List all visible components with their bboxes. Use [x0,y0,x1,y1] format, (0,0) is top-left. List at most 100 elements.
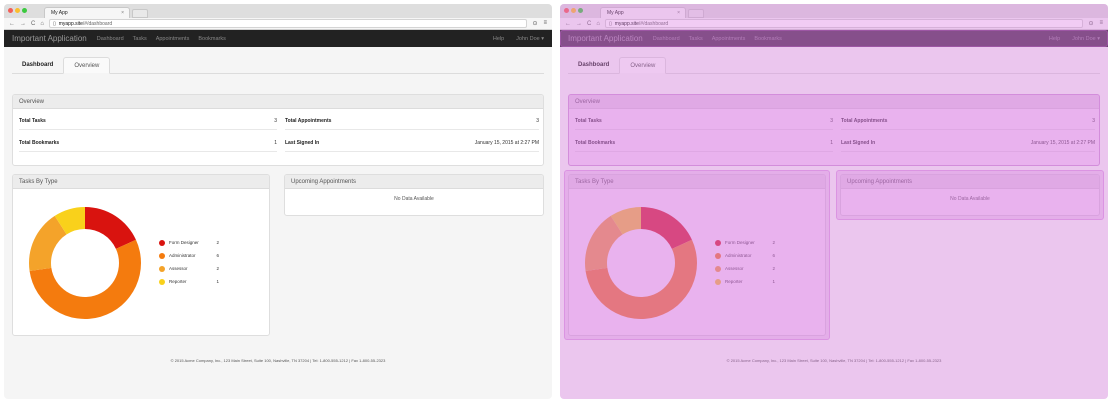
overview-highlight [568,94,1100,166]
window-controls [8,8,27,13]
browser-tab-title: My App [51,10,68,16]
page-title: Dashboard [22,61,54,68]
legend-label: Administrator [169,253,196,258]
home-icon[interactable]: ⌂ [596,21,600,27]
page-content: Dashboard Overview [560,47,1108,74]
appointments-heading: Upcoming Appointments [285,175,543,189]
page-tabs: Dashboard Overview [12,57,544,74]
donut-slice-form-designer[interactable] [85,207,136,249]
close-window-button[interactable] [564,8,569,13]
upcoming-appointments-card: Upcoming Appointments No Data Available [284,174,544,216]
legend-swatch [159,278,165,285]
page-footer: © 2015 Acme Company, Inc., 123 Main Stre… [726,358,942,363]
tasks-donut-chart [29,207,141,319]
url-host: myapp.site [614,20,639,27]
page-title: Dashboard [578,61,610,68]
browser-toolbar: ← → C ⌂ ▯ myapp.site/#/dashboard ⊙ ≡ [4,18,552,30]
overview-card: Overview Total Tasks 3 Total Appointment… [12,94,544,166]
legend-swatch [159,265,165,272]
legend-swatch [159,239,165,246]
app-brand[interactable]: Important Application [12,34,87,43]
app-navbar: Important Application Dashboard Tasks Ap… [4,30,552,47]
arrow-right-icon[interactable]: → [576,21,582,27]
minimize-window-button[interactable] [15,8,20,13]
tab-overview[interactable]: Overview [619,57,667,74]
tasks-by-type-card: Tasks By Type Form Designer 2 Administrato… [12,174,270,336]
legend-item[interactable]: Assessor 2 [159,262,219,275]
page-tabs: Dashboard Overview [568,57,1100,74]
nav-bookmarks[interactable]: Bookmarks [198,36,226,42]
nav-tasks[interactable]: Tasks [133,36,147,42]
nav-appointments[interactable]: Appointments [156,36,190,42]
stat-total-appointments: Total Appointments 3 [285,112,539,130]
tasks-legend: Form Designer 2 Administrator 6 Assessor 2 Rep… [159,236,219,288]
page-footer: © 2015 Acme Company, Inc., 123 Main Stre… [170,358,386,363]
stat-label: Last Signed In [285,139,320,146]
legend-item[interactable]: Reporter 1 [159,275,219,288]
address-bar[interactable]: ▯ myapp.site/#/dashboard [604,19,1084,28]
legend-label: Form Designer [169,240,199,245]
stat-value: 1 [274,139,277,146]
stat-total-bookmarks: Total Bookmarks 1 [19,134,277,152]
url-path: /#/dashboard [82,20,113,27]
tab-overview[interactable]: Overview [63,57,111,74]
browser-tab[interactable]: My App × [44,7,130,18]
reload-icon[interactable]: C [587,21,591,27]
legend-value: 2 [216,266,219,271]
tasks-by-type-heading: Tasks By Type [13,175,269,189]
new-tab-button[interactable] [688,9,704,18]
close-window-button[interactable] [8,8,13,13]
page-icon: ▯ [52,20,56,27]
appointments-highlight [836,170,1104,220]
stat-label: Total Bookmarks [19,139,60,146]
legend-label: Reporter [169,279,187,284]
browser-tab[interactable]: My App × [600,7,686,18]
hamburger-icon[interactable]: ≡ [1099,20,1103,27]
nav-help[interactable]: Help [493,36,504,42]
arrow-left-icon[interactable]: ← [565,21,571,27]
legend-item[interactable]: Administrator 6 [159,249,219,262]
browser-toolbar: ← → C ⌂ ▯ myapp.site/#/dashboard ⊙ ≡ [560,18,1108,30]
extension-icon[interactable]: ⊙ [1088,20,1093,27]
extension-icon[interactable]: ⊙ [532,20,537,27]
arrow-left-icon[interactable]: ← [9,21,15,27]
minimize-window-button[interactable] [571,8,576,13]
navbar-highlight [560,30,1108,47]
stat-total-tasks: Total Tasks 3 [19,112,277,130]
no-data-message: No Data Available [394,196,434,202]
home-icon[interactable]: ⌂ [40,21,44,27]
stat-value: 3 [536,117,539,124]
screenshot-annotated: My App × ← → C ⌂ ▯ myapp.site/#/dashboar… [560,4,1108,399]
tab-close-icon[interactable]: × [677,10,680,16]
stat-label: Total Appointments [285,117,332,124]
stat-last-signed-in: Last Signed In January 15, 2015 at 2:27 … [285,134,539,152]
legend-value: 2 [216,240,219,245]
stat-value: 3 [274,117,277,124]
new-tab-button[interactable] [132,9,148,18]
stat-label: Total Tasks [19,117,46,124]
page-content: Dashboard Overview [4,47,552,74]
url-path: /#/dashboard [638,20,669,27]
browser-tab-strip: My App × [560,4,1108,18]
browser-tab-title: My App [607,10,624,16]
legend-item[interactable]: Form Designer 2 [159,236,219,249]
legend-value: 1 [216,279,219,284]
tab-close-icon[interactable]: × [121,10,124,16]
legend-swatch [159,252,165,259]
maximize-window-button[interactable] [578,8,583,13]
nav-dashboard[interactable]: Dashboard [97,36,124,42]
legend-value: 6 [216,253,219,258]
user-menu[interactable]: John Doe ▾ [516,36,544,42]
url-host: myapp.site [58,20,83,27]
arrow-right-icon[interactable]: → [20,21,26,27]
hamburger-icon[interactable]: ≡ [543,20,547,27]
reload-icon[interactable]: C [31,21,35,27]
maximize-window-button[interactable] [22,8,27,13]
window-controls [564,8,583,13]
stat-value: January 15, 2015 at 2:27 PM [474,139,539,146]
page-icon: ▯ [608,20,612,27]
screenshot-original: My App × ← → C ⌂ ▯ myapp.site/#/dashboar… [4,4,552,399]
browser-tab-strip: My App × [4,4,552,18]
overview-heading: Overview [13,95,543,109]
address-bar[interactable]: ▯ myapp.site/#/dashboard [48,19,528,28]
